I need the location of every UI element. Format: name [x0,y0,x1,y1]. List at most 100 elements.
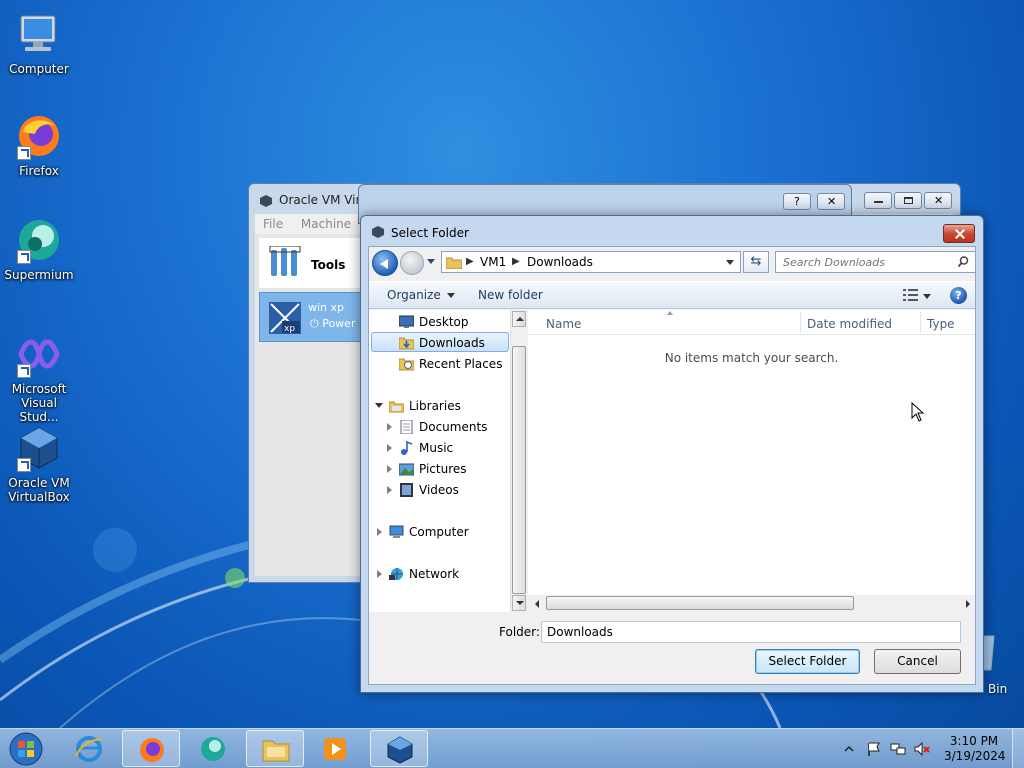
dialog-content: ▶ VM1 ▶ Downloads ⇆ Organize New folder … [368,246,976,685]
scroll-right-button[interactable] [966,600,970,608]
breadcrumb-separator-icon[interactable]: ▶ [466,256,474,267]
new-folder-button[interactable]: New folder [478,288,543,302]
dialog-title: Select Folder [391,226,469,240]
organize-label: Organize [387,288,441,302]
tools-item[interactable]: Tools [259,238,363,288]
desktop-icon-label: Microsoft Visual Stud... [11,382,67,424]
system-clock[interactable]: 3:10 PM 3/19/2024 [944,734,1006,764]
nav-item-downloads[interactable]: Downloads [371,332,509,352]
close-button[interactable]: ✕ [817,193,845,210]
search-input[interactable] [776,252,946,272]
pictures-icon [399,463,414,476]
desktop-icon-visual-studio[interactable]: Microsoft Visual Stud... [1,330,77,424]
help-icon[interactable]: ? [950,287,967,304]
chevron-down-icon[interactable] [923,294,931,299]
column-type[interactable]: Type [927,317,955,331]
libraries-icon [389,401,404,413]
minimize-button[interactable] [864,192,892,209]
select-folder-dialog[interactable]: Select Folder ▶ VM1 ▶ Downloads ⇆ Organi… [360,215,984,693]
address-dropdown-icon[interactable] [726,260,734,265]
show-desktop-button[interactable] [1012,729,1024,768]
taskbar-firefox[interactable] [122,730,180,767]
nav-item-pictures[interactable]: Pictures [387,459,507,479]
file-list[interactable]: Name Date modified Type No items match y… [528,310,975,612]
close-button[interactable] [943,224,975,243]
refresh-button[interactable]: ⇆ [743,251,769,273]
network-icon [389,568,403,580]
nav-item-libraries[interactable]: Libraries [375,396,507,416]
column-date-modified[interactable]: Date modified [807,317,892,331]
help-button[interactable]: ? [783,193,811,210]
desktop-icon-computer[interactable]: Computer [1,10,77,76]
nav-item-recent-places[interactable]: Recent Places [399,354,509,374]
action-center-flag-icon[interactable] [866,741,882,757]
scroll-left-button[interactable] [535,600,539,608]
desktop-icon-label: Oracle VM VirtualBox [8,476,70,504]
breadcrumb-downloads[interactable]: Downloads [527,255,593,269]
documents-icon [400,420,413,434]
nav-item-computer[interactable]: Computer [377,522,507,542]
maximize-button[interactable] [894,192,922,209]
menu-file[interactable]: File [263,217,283,231]
internet-explorer-icon [75,736,103,762]
folder-field[interactable]: Downloads [541,621,961,643]
virtualbox-icon [372,226,384,238]
desktop-icon-firefox[interactable]: Firefox [1,112,77,178]
taskbar-supermium[interactable] [184,730,242,767]
change-view-icon[interactable] [903,288,919,302]
back-button[interactable] [372,250,398,276]
column-separator[interactable] [920,312,921,332]
cancel-button[interactable]: Cancel [874,649,961,674]
taskbar-media-player[interactable] [306,730,364,767]
scrollbar-thumb[interactable] [546,596,854,610]
desktop-icon-supermium[interactable]: Supermium [1,216,77,282]
desktop-icon-label: Computer [9,62,69,76]
scroll-down-button[interactable] [512,595,526,611]
nav-item-network[interactable]: Network [377,564,507,584]
virtualbox-icon [387,736,413,764]
expand-arrow-icon[interactable] [387,465,392,473]
expand-arrow-icon[interactable] [377,528,382,536]
column-name[interactable]: Name [546,317,581,331]
window-controls: ✕ [864,192,952,209]
column-headers: Name Date modified Type [528,310,975,335]
select-folder-button[interactable]: Select Folder [755,649,860,674]
scroll-up-button[interactable] [512,311,526,327]
organize-button[interactable]: Organize [387,288,455,302]
network-tray-icon[interactable] [890,741,906,757]
expand-arrow-icon[interactable] [377,570,382,578]
taskbar-file-explorer[interactable] [246,730,304,767]
column-separator[interactable] [800,312,801,332]
nav-item-label: Documents [419,420,488,434]
show-hidden-icons-icon[interactable] [844,743,854,753]
start-orb[interactable] [4,731,48,767]
breadcrumb-separator-icon[interactable]: ▶ [512,256,520,267]
file-list-scrollbar[interactable] [528,595,975,612]
desktop-icon-virtualbox[interactable]: Oracle VM VirtualBox [1,424,77,504]
nav-pane-scrollbar[interactable] [510,310,527,612]
nav-item-label: Libraries [409,399,461,413]
scrollbar-thumb[interactable] [512,346,526,594]
nav-item-desktop[interactable]: Desktop [399,312,509,332]
vm-state-text: Power [322,317,356,330]
breadcrumb-vm1[interactable]: VM1 [480,255,506,269]
desktop-icon-label: Supermium [4,268,74,282]
vm-list-item[interactable]: xp win xp ⏻ Power [259,292,363,342]
expand-arrow-icon[interactable] [387,444,392,452]
volume-muted-icon[interactable] [914,741,930,757]
collapse-arrow-icon[interactable] [375,403,383,408]
forward-button[interactable] [400,251,424,275]
expand-arrow-icon[interactable] [387,423,392,431]
search-box[interactable] [775,251,976,273]
recent-locations-dropdown[interactable] [427,259,435,264]
close-button[interactable]: ✕ [924,192,952,209]
nav-item-music[interactable]: Music [387,438,507,458]
nav-item-videos[interactable]: Videos [387,480,507,500]
expand-arrow-icon[interactable] [387,486,392,494]
window-controls: ? ✕ [783,193,845,210]
nav-item-documents[interactable]: Documents [387,417,507,437]
taskbar-internet-explorer[interactable] [60,730,118,767]
menu-machine[interactable]: Machine [301,217,351,231]
address-bar[interactable]: ▶ VM1 ▶ Downloads [441,251,741,273]
taskbar-virtualbox[interactable] [370,730,428,767]
